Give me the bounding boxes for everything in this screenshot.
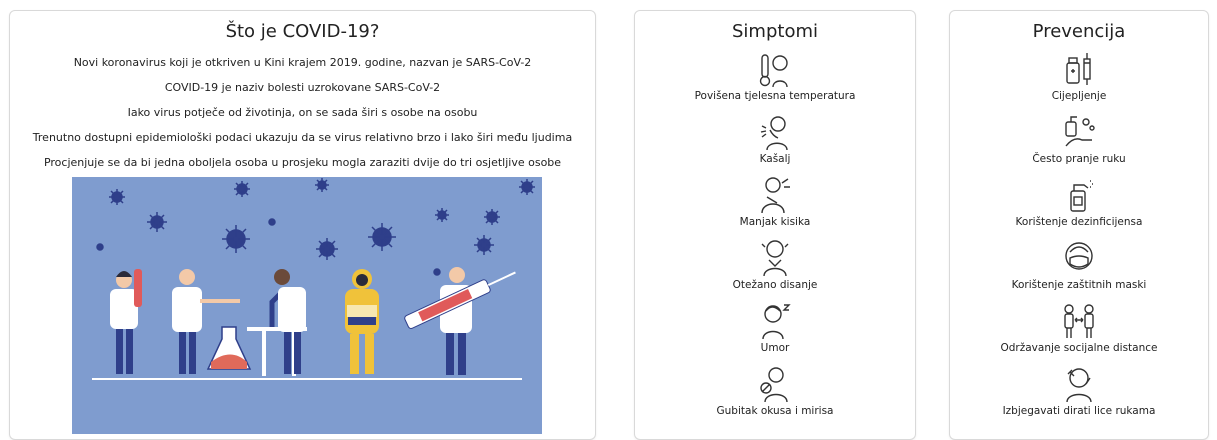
prevention-label: Cijepljenje — [1051, 90, 1107, 102]
symptom-item: Umor — [635, 301, 915, 364]
cough-icon — [760, 116, 788, 151]
covid-paragraph: Novi koronavirus koji je otkriven u Kini… — [73, 56, 532, 69]
symptoms-title: Simptomi — [732, 21, 818, 42]
symptom-label: Umor — [760, 342, 790, 354]
symptoms-card: Simptomi Povišena tjelesna temperatura K… — [634, 10, 916, 440]
difficult-breathing-icon — [761, 240, 789, 277]
covid-paragraph: Iako virus potječe od životinja, on se s… — [127, 106, 478, 119]
symptom-item: Povišena tjelesna temperatura — [635, 49, 915, 112]
symptom-label: Povišena tjelesna temperatura — [694, 90, 856, 102]
hand-washing-icon — [1065, 116, 1095, 147]
covid-paragraph: Procjenjuje se da bi jedna oboljela osob… — [43, 156, 562, 169]
prevention-item: Održavanje socijalne distance — [950, 301, 1208, 364]
symptom-label: Kašalj — [759, 153, 791, 165]
covid-paragraph: COVID-19 je naziv bolesti uzrokovane SAR… — [164, 81, 441, 94]
scientists-illustration — [72, 177, 542, 434]
symptom-item: Kašalj — [635, 112, 915, 175]
prevention-item: Korištenje zaštitnih maski — [950, 238, 1208, 301]
covid-title: Što je COVID-19? — [225, 21, 380, 42]
prevention-title: Prevencija — [1032, 21, 1126, 42]
prevention-item: Izbjegavati dirati lice rukama — [950, 364, 1208, 427]
prevention-label: Često pranje ruku — [1032, 153, 1126, 165]
prevention-label: Održavanje socijalne distance — [1000, 342, 1158, 354]
fever-thermometer-icon — [759, 54, 788, 88]
prevention-label: Izbjegavati dirati lice rukama — [1002, 405, 1156, 417]
symptoms-list: Povišena tjelesna temperatura Kašalj Man… — [635, 49, 915, 427]
covid-paragraph: Trenutno dostupni epidemiološki podaci u… — [32, 131, 573, 144]
symptom-label: Otežano disanje — [732, 279, 818, 291]
lack-of-oxygen-icon — [761, 177, 790, 214]
symptom-label: Gubitak okusa i mirisa — [716, 405, 834, 417]
fatigue-icon — [762, 304, 791, 340]
symptom-label: Manjak kisika — [739, 216, 811, 228]
prevention-label: Korištenje zaštitnih maski — [1011, 279, 1147, 291]
covid-info-card: Što je COVID-19? Novi koronavirus koji j… — [9, 10, 596, 440]
symptom-item: Manjak kisika — [635, 175, 915, 238]
face-mask-icon — [1065, 242, 1093, 270]
prevention-list: Cijepljenje Često pranje ruku Korištenje… — [950, 49, 1208, 427]
prevention-label: Korištenje dezinficijensa — [1015, 216, 1143, 228]
prevention-item: Korištenje dezinficijensa — [950, 175, 1208, 238]
symptom-item: Gubitak okusa i mirisa — [635, 364, 915, 427]
no-face-touching-icon — [1066, 368, 1092, 403]
prevention-card: Prevencija Cijepljenje Često pranje ruku… — [949, 10, 1209, 440]
prevention-item: Cijepljenje — [950, 49, 1208, 112]
disinfectant-spray-icon — [1070, 180, 1093, 212]
loss-of-taste-smell-icon — [760, 367, 788, 403]
covid-paragraphs: Novi koronavirus koji je otkriven u Kini… — [10, 50, 595, 175]
symptom-item: Otežano disanje — [635, 238, 915, 301]
vaccine-icon — [1066, 53, 1091, 85]
prevention-item: Često pranje ruku — [950, 112, 1208, 175]
social-distance-icon — [1064, 304, 1094, 338]
